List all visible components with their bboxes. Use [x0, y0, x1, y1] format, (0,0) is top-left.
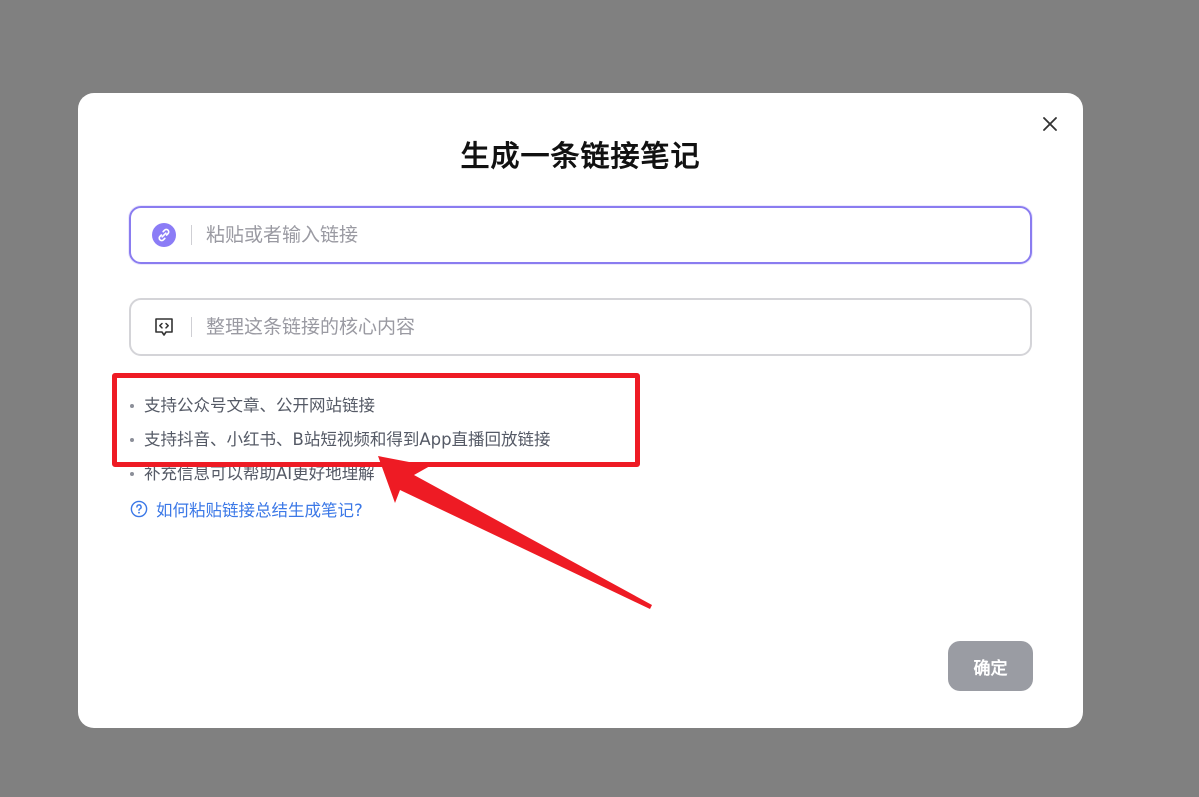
dialog-title: 生成一条链接笔记: [460, 139, 701, 173]
field-divider: [191, 317, 192, 337]
field-divider: [191, 225, 192, 245]
bullet: [130, 438, 134, 442]
tip-item: 补充信息可以帮助AI更好地理解: [126, 457, 551, 491]
tips-list: 支持公众号文章、公开网站链接 支持抖音、小红书、B站短视频和得到App直播回放链…: [126, 389, 551, 491]
url-input[interactable]: [206, 215, 1010, 255]
confirm-button[interactable]: 确定: [948, 641, 1033, 691]
bullet: [130, 404, 134, 408]
tip-text: 补充信息可以帮助AI更好地理解: [144, 464, 375, 483]
help-link[interactable]: 如何粘贴链接总结生成笔记?: [130, 497, 363, 521]
tip-text: 支持公众号文章、公开网站链接: [144, 396, 375, 415]
close-button[interactable]: [1039, 113, 1061, 135]
tip-item: 支持公众号文章、公开网站链接: [126, 389, 551, 423]
close-icon: [1043, 117, 1057, 131]
note-input[interactable]: [206, 307, 1010, 347]
link-icon: [152, 223, 176, 247]
question-circle-icon: [130, 500, 148, 518]
help-link-label: 如何粘贴链接总结生成笔记?: [156, 501, 363, 520]
link-note-dialog: 生成一条链接笔记 支持公众号文章、公开网站链接 支持抖音、小红书、B站短视频和得…: [78, 93, 1083, 728]
bullet: [130, 472, 134, 476]
code-note-icon: [152, 315, 176, 339]
tip-text: 支持抖音、小红书、B站短视频和得到App直播回放链接: [144, 430, 551, 449]
note-field[interactable]: [129, 298, 1032, 356]
tip-item: 支持抖音、小红书、B站短视频和得到App直播回放链接: [126, 423, 551, 457]
url-field[interactable]: [129, 206, 1032, 264]
